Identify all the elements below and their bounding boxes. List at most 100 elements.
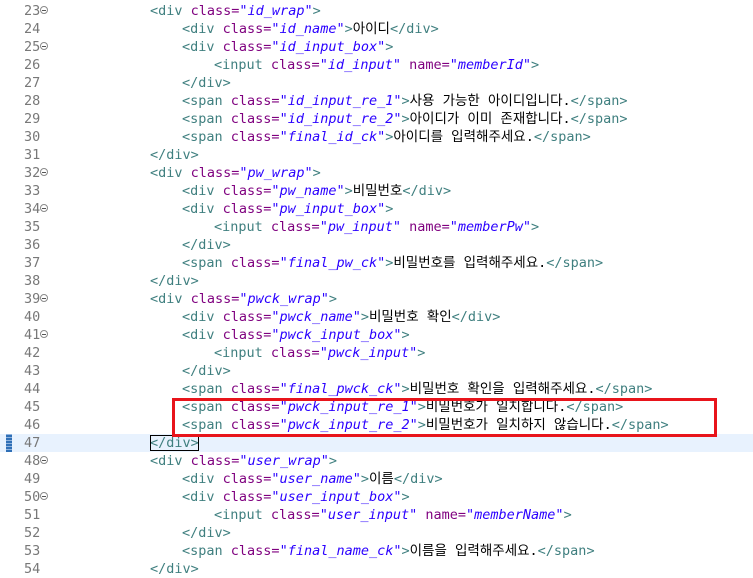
token-val: "final_pwck_ck"	[279, 381, 402, 397]
code-line[interactable]: 40 <div class="pwck_name">비밀번호 확인</div>	[0, 308, 753, 326]
line-gutter: 50	[0, 488, 52, 506]
token-attr: class=	[222, 489, 272, 505]
fold-toggle-icon[interactable]	[40, 42, 48, 50]
code-line[interactable]: 28 <span class="id_input_re_1">사용 가능한 아이디…	[0, 92, 753, 110]
line-number: 25	[24, 39, 41, 55]
code-line[interactable]: 32 <div class="pw_wrap">	[0, 164, 753, 182]
line-gutter: 45	[0, 398, 52, 416]
fold-toggle-icon[interactable]	[40, 294, 48, 302]
code-line[interactable]: 36 </div>	[0, 236, 753, 254]
line-number: 45	[24, 399, 41, 415]
token-tag: >	[385, 39, 394, 55]
code-line[interactable]: 26 <input class="id_input" name="memberId…	[0, 56, 753, 74]
token-val: "final_name_ck"	[279, 543, 402, 559]
code-text: </div>	[182, 524, 231, 542]
token-val: "pwck_input"	[319, 345, 418, 361]
line-gutter: 23	[0, 2, 52, 20]
code-line[interactable]: 53 <span class="final_name_ck">이름을 입력해주세요…	[0, 542, 753, 560]
code-line[interactable]: 44 <span class="final_pwck_ck">비밀번호 확인을 입…	[0, 380, 753, 398]
token-attr: class=	[190, 453, 240, 469]
code-text: </div>	[150, 272, 199, 290]
token-tag: <div	[182, 201, 223, 217]
code-line[interactable]: 41 <div class="pwck_input_box">	[0, 326, 753, 344]
code-line[interactable]: 54 </div>	[0, 560, 753, 578]
code-text: <div class="user_input_box">	[182, 488, 410, 506]
code-line[interactable]: 39 <div class="pwck_wrap">	[0, 290, 753, 308]
code-editor[interactable]: 23 <div class="id_wrap"> 24 <div class="id_…	[0, 0, 753, 578]
code-line[interactable]: 37 <span class="final_pw_ck">비밀번호를 입력해주세요…	[0, 254, 753, 272]
code-text: <div class="pw_input_box">	[182, 200, 393, 218]
fold-toggle-icon[interactable]	[40, 492, 48, 500]
line-gutter: 31	[0, 146, 52, 164]
token-val: "pw_input"	[319, 219, 401, 235]
line-gutter: 30	[0, 128, 52, 146]
code-text: <div class="pw_wrap">	[150, 164, 321, 182]
fold-toggle-icon[interactable]	[40, 204, 48, 212]
code-text: <div class="pw_name">비밀번호</div>	[182, 182, 451, 200]
token-tag: <div	[182, 471, 223, 487]
line-gutter: 48	[0, 452, 52, 470]
fold-toggle-icon[interactable]	[40, 6, 48, 14]
code-text: <div class="id_name">아이디</div>	[182, 20, 439, 38]
code-line[interactable]: 52 </div>	[0, 524, 753, 542]
code-line[interactable]: 25 <div class="id_input_box">	[0, 38, 753, 56]
code-text: <span class="id_input_re_2">아이디가 이미 존재합니…	[182, 110, 628, 128]
token-txt: 이름을 입력해주세요.	[409, 543, 538, 559]
token-attr: name=	[409, 57, 450, 73]
token-tag: </span>	[533, 129, 591, 145]
line-number: 52	[24, 525, 41, 541]
code-line[interactable]: 43 </div>	[0, 362, 753, 380]
line-gutter: 25	[0, 38, 52, 56]
token-tag: <div	[182, 309, 223, 325]
line-number: 48	[24, 453, 41, 469]
code-text: <div class="pwck_name">비밀번호 확인</div>	[182, 308, 500, 326]
token-tag: </div>	[150, 435, 199, 451]
line-number: 42	[24, 345, 41, 361]
line-number: 32	[24, 165, 41, 181]
code-line[interactable]: 33 <div class="pw_name">비밀번호</div>	[0, 182, 753, 200]
code-line[interactable]: 48 <div class="user_wrap">	[0, 452, 753, 470]
token-tag: >	[385, 201, 394, 217]
token-val: "id_input_re_2"	[279, 111, 402, 127]
fold-toggle-icon[interactable]	[40, 168, 48, 176]
code-line[interactable]: 31 </div>	[0, 146, 753, 164]
code-line[interactable]: 30 <span class="final_id_ck">아이디를 입력해주세요.…	[0, 128, 753, 146]
fold-toggle-icon[interactable]	[40, 456, 48, 464]
fold-toggle-icon[interactable]	[40, 330, 48, 338]
code-line[interactable]: 49 <div class="user_name">이름</div>	[0, 470, 753, 488]
token-tag: >	[401, 543, 410, 559]
token-attr: class=	[222, 183, 272, 199]
line-number: 43	[24, 363, 41, 379]
code-line[interactable]: 29 <span class="id_input_re_2">아이디가 이미 존재…	[0, 110, 753, 128]
code-line[interactable]: 51 <input class="user_input" name="member…	[0, 506, 753, 524]
code-line[interactable]: 24 <div class="id_name">아이디</div>	[0, 20, 753, 38]
line-number: 44	[24, 381, 41, 397]
token-attr: class=	[270, 507, 320, 523]
code-line[interactable]: 50 <div class="user_input_box">	[0, 488, 753, 506]
token-val: "id_input_re_1"	[279, 93, 402, 109]
token-val: "pw_input_box"	[271, 201, 386, 217]
code-line[interactable]: 42 <input class="pwck_input">	[0, 344, 753, 362]
token-attr: class=	[270, 219, 320, 235]
line-gutter: 29	[0, 110, 52, 128]
token-val: "pwck_name"	[271, 309, 361, 325]
token-attr: class=	[230, 93, 280, 109]
code-line[interactable]: 35 <input class="pw_input" name="memberPw…	[0, 218, 753, 236]
line-number: 26	[24, 57, 41, 73]
code-text: <input class="user_input" name="memberNa…	[214, 506, 572, 524]
token-val: "user_name"	[271, 471, 361, 487]
code-line[interactable]: 38 </div>	[0, 272, 753, 290]
code-text: <input class="pw_input" name="memberPw">	[214, 218, 539, 236]
code-line[interactable]: 23 <div class="id_wrap">	[0, 2, 753, 20]
token-val: "final_pw_ck"	[279, 255, 386, 271]
code-line[interactable]: 27 </div>	[0, 74, 753, 92]
line-number: 41	[24, 327, 41, 343]
line-number: 37	[24, 255, 41, 271]
code-line[interactable]: 34 <div class="pw_input_box">	[0, 200, 753, 218]
token-tag: </div>	[150, 147, 199, 163]
token-val: "pwck_wrap"	[239, 291, 329, 307]
token-txt: 사용 가능한 아이디입니다.	[409, 93, 571, 109]
token-txt: 비밀번호 확인	[368, 309, 452, 325]
token-tag: <span	[182, 93, 231, 109]
